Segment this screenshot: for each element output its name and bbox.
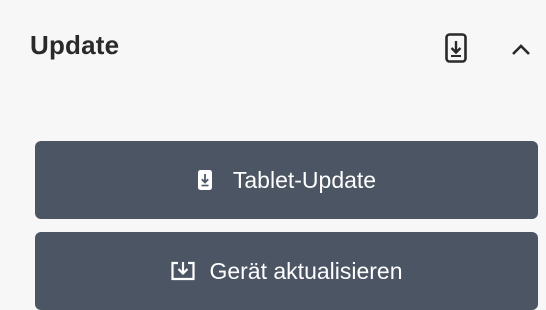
tablet-download-icon: [197, 169, 213, 191]
tablet-update-button[interactable]: Tablet-Update: [35, 141, 538, 219]
collapse-button[interactable]: [504, 33, 538, 67]
tablet-download-icon: [445, 33, 467, 63]
device-update-button[interactable]: Gerät aktualisieren: [35, 232, 538, 310]
header-download-button[interactable]: [440, 30, 472, 66]
tablet-update-label: Tablet-Update: [232, 166, 377, 193]
update-panel-header: Update: [0, 0, 546, 98]
device-update-label: Gerät aktualisieren: [209, 257, 403, 284]
chevron-up-icon: [512, 44, 530, 55]
panel-title: Update: [30, 30, 120, 60]
download-tray-icon: [170, 261, 196, 281]
